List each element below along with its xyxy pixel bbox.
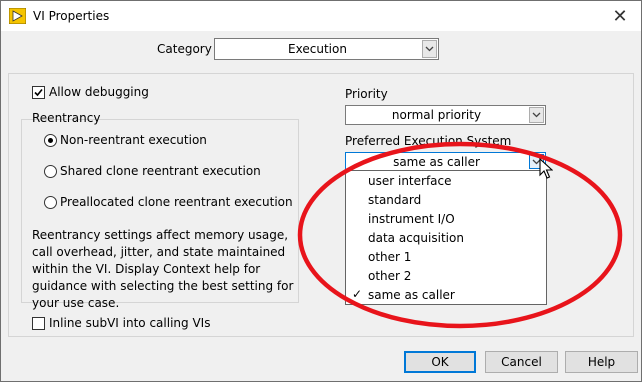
dropdown-item-label: user interface (368, 174, 452, 188)
title-bar[interactable]: VI Properties ✕ (1, 1, 641, 31)
priority-value: normal priority (391, 108, 482, 122)
radio-shared-clone-label: Shared clone reentrant execution (60, 164, 261, 178)
radio-non-reentrant-label: Non-reentrant execution (60, 133, 207, 147)
execution-system-value: same as caller (393, 154, 480, 169)
vi-properties-window: VI Properties ✕ Category Execution Allow… (0, 0, 642, 382)
mouse-cursor-icon (539, 158, 553, 179)
dropdown-item-same-as-caller[interactable]: ✓ same as caller (346, 286, 546, 305)
dropdown-item-label: standard (368, 193, 422, 207)
priority-select[interactable]: normal priority (345, 105, 546, 125)
cancel-button[interactable]: Cancel (485, 351, 558, 373)
close-icon: ✕ (612, 5, 628, 27)
dropdown-item-other-2[interactable]: other 2 (346, 267, 546, 286)
dropdown-item-label: instrument I/O (368, 212, 455, 226)
radio-preallocated-clone[interactable] (44, 196, 57, 209)
chevron-down-icon[interactable] (422, 40, 437, 58)
checkmark-icon (34, 88, 43, 97)
ok-button[interactable]: OK (404, 351, 476, 373)
execution-system-select[interactable]: same as caller (345, 152, 546, 171)
dropdown-item-user-interface[interactable]: user interface (346, 172, 546, 191)
dropdown-item-label: other 1 (368, 250, 412, 264)
dropdown-item-label: same as caller (368, 288, 455, 302)
window-title: VI Properties (33, 9, 110, 23)
close-button[interactable]: ✕ (605, 5, 635, 27)
dropdown-item-instrument-io[interactable]: instrument I/O (346, 210, 546, 229)
dropdown-item-standard[interactable]: standard (346, 191, 546, 210)
radio-shared-clone[interactable] (44, 165, 57, 178)
labview-vi-icon (9, 8, 26, 24)
help-button[interactable]: Help (565, 351, 638, 373)
dropdown-item-label: data acquisition (368, 231, 464, 245)
allow-debugging-label: Allow debugging (49, 85, 149, 99)
reentrancy-description: Reentrancy settings affect memory usage,… (32, 228, 294, 310)
category-label: Category (157, 42, 212, 56)
chevron-down-icon[interactable] (529, 107, 544, 123)
category-value: Execution (288, 42, 347, 56)
allow-debugging-checkbox[interactable] (32, 86, 45, 99)
radio-non-reentrant[interactable] (44, 134, 57, 147)
priority-label: Priority (345, 87, 388, 101)
reentrancy-title: Reentrancy (32, 111, 101, 125)
dropdown-item-data-acquisition[interactable]: data acquisition (346, 229, 546, 248)
category-select[interactable]: Execution (214, 38, 439, 60)
execution-system-label: Preferred Execution System (345, 134, 512, 148)
execution-system-dropdown: user interface standard instrument I/O d… (345, 170, 547, 305)
inline-subvi-checkbox[interactable] (32, 317, 45, 330)
dropdown-item-label: other 2 (368, 269, 412, 283)
inline-subvi-label: Inline subVI into calling VIs (49, 316, 211, 330)
checkmark-icon: ✓ (352, 287, 363, 301)
dropdown-item-other-1[interactable]: other 1 (346, 248, 546, 267)
radio-preallocated-clone-label: Preallocated clone reentrant execution (60, 195, 293, 209)
